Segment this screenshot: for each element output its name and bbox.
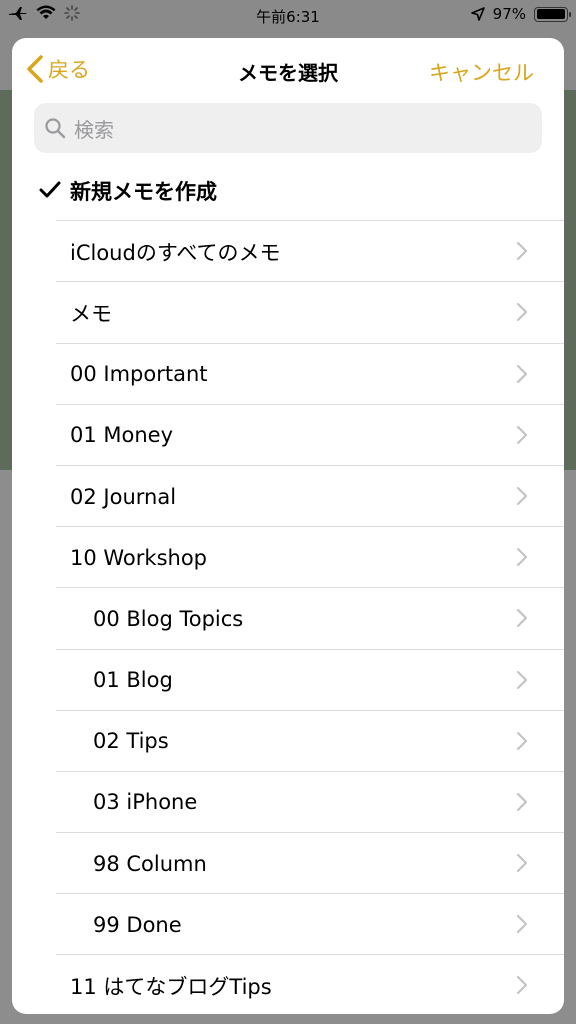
folder-row[interactable]: iCloudのすべてのメモ [12,221,564,283]
row-label: 02 Tips [93,729,169,754]
folder-row[interactable]: 02 Journal [12,466,564,528]
folder-row[interactable]: 00 Important [12,344,564,405]
chevron-right-icon [516,425,528,444]
chevron-right-icon [516,486,528,506]
chevron-right-icon [516,364,528,383]
folder-row[interactable]: 99 Done [12,894,564,956]
folder-row[interactable]: 02 Tips [12,711,564,772]
row-label: 10 Workshop [70,545,208,570]
chevron-right-icon [516,548,528,567]
new-note-row[interactable]: 新規メモを作成 [12,160,564,222]
folder-row[interactable]: 00 Blog Topics [12,588,564,650]
folder-row[interactable]: 98 Column [12,833,564,895]
status-bar: 午前6:31 97% [0,0,576,32]
row-label: 新規メモを作成 [70,179,217,204]
folder-row[interactable]: 11 はてなブログTips [12,955,564,1014]
location-arrow-icon [470,7,485,21]
folder-list: 新規メモを作成 iCloudのすべてのメモ メモ 00 Important 01 Mon… [12,160,564,1014]
chevron-right-icon [516,915,528,934]
row-label: iCloudのすべてのメモ [70,240,281,265]
cancel-button[interactable]: キャンセル [429,57,534,87]
chevron-right-icon [516,976,528,995]
row-label: 99 Done [93,912,182,937]
back-button[interactable]: 戻る [26,54,90,84]
search-icon [45,118,66,139]
chevron-right-icon [516,853,528,873]
background-left-strip [0,90,12,470]
chevron-right-icon [516,303,528,322]
status-right: 97% [470,5,571,23]
search-placeholder: 検索 [74,117,114,142]
chevron-right-icon [516,609,528,628]
row-label: メモ [70,301,112,326]
folder-row[interactable]: メモ [12,282,564,344]
back-label: 戻る [48,58,90,82]
folder-row[interactable]: 10 Workshop [12,527,564,589]
battery-percent: 97% [492,5,526,23]
chevron-left-icon [27,55,43,83]
folder-row[interactable]: 01 Blog [12,650,564,711]
battery-fill [536,9,565,19]
chevron-right-icon [516,242,528,261]
note-picker-sheet: 戻る メモを選択 キャンセル 検索 新規メモを作成 iCloudのすべてのメモ メモ… [12,38,564,1014]
folder-row[interactable]: 03 iPhone [12,772,564,834]
row-label: 03 iPhone [93,790,198,815]
chevron-right-icon [516,792,528,811]
battery-icon [534,6,571,22]
navigation-bar: 戻る メモを選択 キャンセル [12,38,564,102]
row-label: 01 Money [70,423,174,448]
background-right-strip [564,90,576,470]
row-label: 00 Important [70,362,208,387]
row-label: 02 Journal [70,484,177,509]
search-field[interactable]: 検索 [34,103,542,153]
row-label: 01 Blog [93,668,173,693]
chevron-right-icon [516,731,528,750]
chevron-right-icon [516,670,528,689]
row-label: 11 はてなブログTips [70,975,272,1000]
row-label: 00 Blog Topics [93,606,244,631]
row-label: 98 Column [93,851,207,876]
checkmark-icon [39,181,61,198]
folder-row[interactable]: 01 Money [12,405,564,466]
